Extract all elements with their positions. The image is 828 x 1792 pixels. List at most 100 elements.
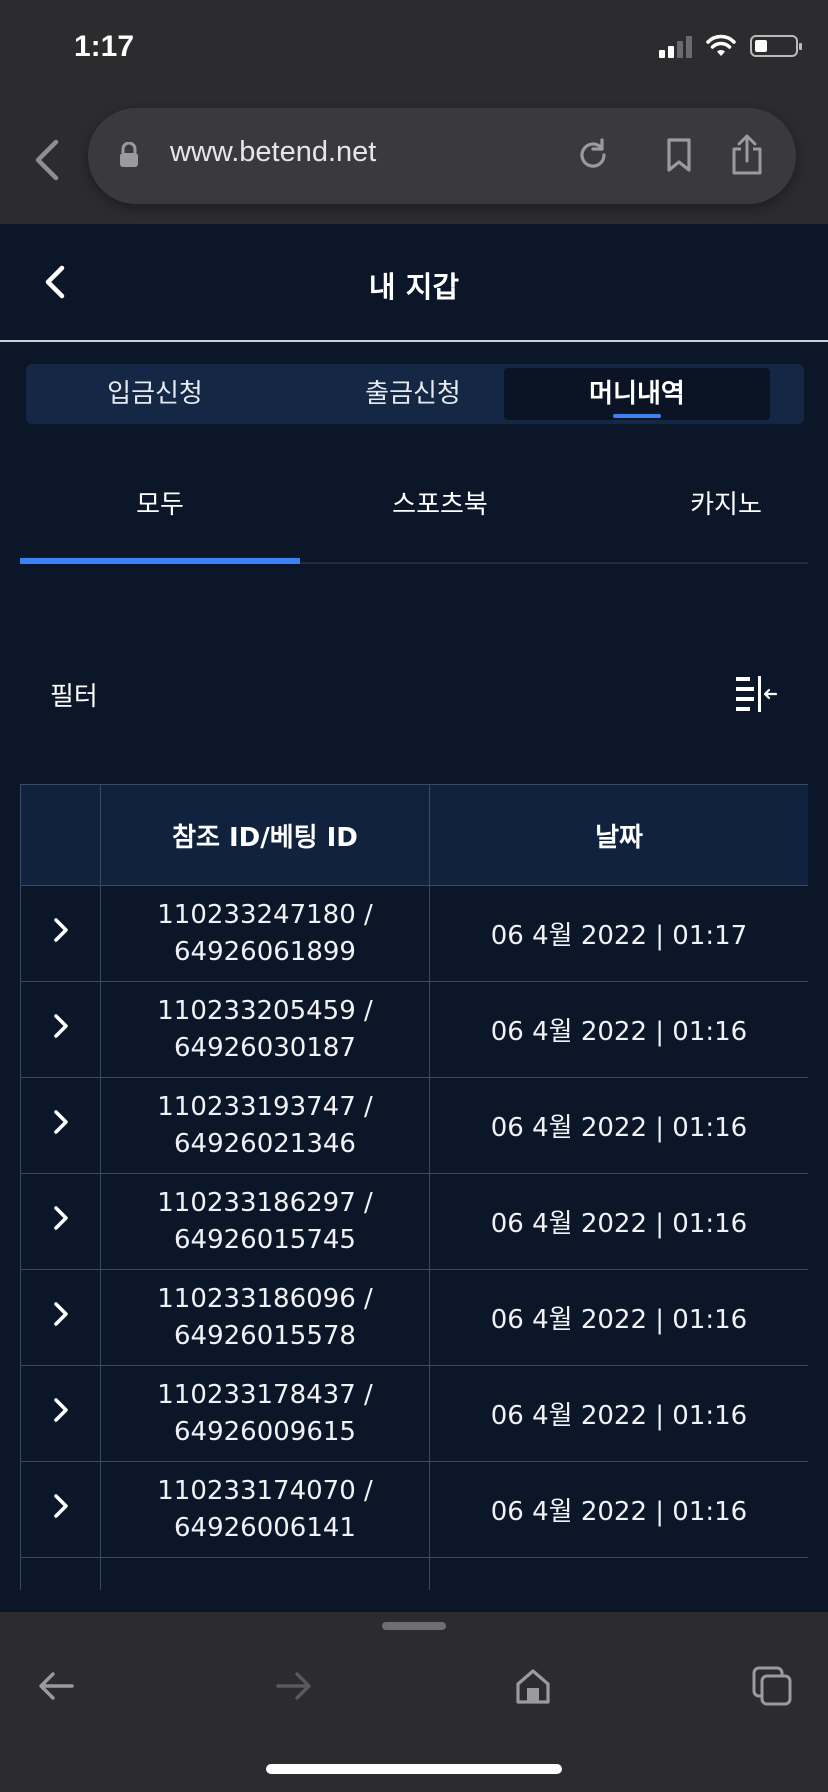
tabs-icon xyxy=(752,1666,792,1706)
tab-active-indicator xyxy=(20,558,300,564)
wallet-segment-control: 입금신청 출금신청 머니내역 xyxy=(26,364,804,424)
ref-bet-id-cell: 110233247180 / 64926061899 xyxy=(100,885,430,982)
nav-forward-button[interactable] xyxy=(264,1656,324,1716)
tabs-button[interactable] xyxy=(742,1656,802,1716)
bet-id: 64926015578 xyxy=(174,1320,356,1351)
tab-casino[interactable]: 카지노 xyxy=(656,484,796,521)
chevron-right-icon xyxy=(53,1398,68,1422)
bookmark-icon xyxy=(667,138,691,172)
header-date: 날짜 xyxy=(429,784,808,886)
expand-cell[interactable] xyxy=(20,1077,101,1174)
date-cell: 06 4월 2022 | 01:16 xyxy=(429,1269,808,1366)
chevron-right-icon xyxy=(53,1494,68,1518)
tab-label: 카지노 xyxy=(690,490,762,520)
table-row[interactable]: 110233174070 / 64926006141 06 4월 2022 | … xyxy=(20,1461,808,1558)
tab-sportsbook[interactable]: 스포츠북 xyxy=(300,484,580,521)
tab-label: 스포츠북 xyxy=(392,490,488,520)
share-icon xyxy=(732,134,762,175)
battery-icon xyxy=(750,35,802,57)
header-ref-bet-id: 참조 ID/베팅 ID xyxy=(100,784,430,886)
ref-bet-id-cell: 110233193747 / 64926021346 xyxy=(100,1077,430,1174)
segment-label: 머니내역 xyxy=(589,379,685,409)
date-cell: 06 4월 2022 | 01:16 xyxy=(429,1461,808,1558)
home-indicator xyxy=(266,1764,562,1774)
lock-icon xyxy=(120,142,138,167)
bet-id: 64926061899 xyxy=(174,936,356,967)
expand-cell[interactable] xyxy=(20,1365,101,1462)
browser-toolbar xyxy=(0,1612,828,1792)
segment-active-underline xyxy=(613,414,661,418)
home-icon xyxy=(516,1669,550,1704)
tab-label: 모두 xyxy=(136,490,184,520)
date-cell: 06 4월 2022 | 01:17 xyxy=(429,885,808,982)
cellular-signal-icon xyxy=(659,34,692,58)
browser-back-icon[interactable] xyxy=(28,136,68,184)
ref-id: 110233174070 / xyxy=(157,1475,373,1506)
bet-id: 64926009615 xyxy=(174,1416,356,1447)
status-time: 1:17 xyxy=(74,30,135,63)
table-row[interactable]: 110233186297 / 64926015745 06 4월 2022 | … xyxy=(20,1173,808,1270)
ref-id: 110233178437 / xyxy=(157,1379,373,1410)
table-header-row: 참조 ID/베팅 ID 날짜 xyxy=(20,784,808,886)
arrow-right-icon xyxy=(276,1672,311,1700)
nav-back-button[interactable] xyxy=(26,1656,86,1716)
segment-label: 출금신청 xyxy=(365,379,461,409)
chevron-right-icon xyxy=(51,1588,71,1590)
filter-label[interactable]: 필터 xyxy=(50,676,98,713)
status-bar: 1:17 xyxy=(0,0,828,100)
table-row[interactable]: 110233193747 / 64926021346 06 4월 2022 | … xyxy=(20,1077,808,1174)
expand-cell[interactable] xyxy=(20,885,101,982)
chevron-right-icon xyxy=(53,1014,68,1038)
ref-id: 110233186096 / xyxy=(157,1283,373,1314)
browser-bar: www.betend.net xyxy=(0,100,828,224)
header-expand xyxy=(20,784,101,886)
ref-id: 110233107737 / xyxy=(102,1587,428,1590)
expand-cell[interactable] xyxy=(20,1461,101,1558)
date-cell: 06 4월 2022 | 01:16 xyxy=(429,1173,808,1270)
expand-cell[interactable] xyxy=(20,1173,101,1270)
page-title: 내 지갑 xyxy=(368,270,460,304)
money-history-table: 참조 ID/베팅 ID 날짜 110233247180 / 6492606189… xyxy=(20,784,808,1590)
date-cell: 06 4월 2022 | 01:16 xyxy=(429,1077,808,1174)
ref-bet-id-cell: 110233205459 / 64926030187 xyxy=(100,981,430,1078)
bet-id: 64926021346 xyxy=(174,1128,356,1159)
ref-bet-id-cell: 110233186096 / 64926015578 xyxy=(100,1269,430,1366)
sheet-grabber[interactable] xyxy=(382,1622,446,1630)
share-button[interactable] xyxy=(722,130,772,180)
expand-cell[interactable] xyxy=(20,1269,101,1366)
table-row[interactable]: 110233205459 / 64926030187 06 4월 2022 | … xyxy=(20,981,808,1078)
wifi-icon xyxy=(706,34,736,56)
expand-cell[interactable] xyxy=(20,1557,101,1590)
tab-all[interactable]: 모두 xyxy=(20,484,300,521)
chevron-right-icon xyxy=(53,1206,68,1230)
ref-bet-id-cell: 110233186297 / 64926015745 xyxy=(100,1173,430,1270)
url-field[interactable]: www.betend.net xyxy=(88,108,796,204)
expand-cell[interactable] xyxy=(20,981,101,1078)
history-subtabs: 모두 스포츠북 카지노 xyxy=(20,450,808,564)
ref-bet-id-cell: 110233107737 / xyxy=(100,1557,430,1590)
status-icons xyxy=(659,34,802,58)
table-header: 참조 ID/베팅 ID 날짜 xyxy=(20,784,808,886)
table-row[interactable]: 110233186096 / 64926015578 06 4월 2022 | … xyxy=(20,1269,808,1366)
ref-bet-id-cell: 110233178437 / 64926009615 xyxy=(100,1365,430,1462)
history-table: 참조 ID/베팅 ID 날짜 110233247180 / 6492606189… xyxy=(20,784,808,1590)
segment-deposit[interactable]: 입금신청 xyxy=(26,364,284,424)
app-header: 내 지갑 xyxy=(0,224,828,342)
table-row[interactable]: 110233178437 / 64926009615 06 4월 2022 | … xyxy=(20,1365,808,1462)
table-body: 110233247180 / 64926061899 06 4월 2022 | … xyxy=(20,885,808,1590)
ref-id: 110233247180 / xyxy=(157,899,373,930)
date-cell: 06 4월 2022 | 01:16 xyxy=(429,1365,808,1462)
reload-icon xyxy=(580,138,606,168)
segment-money-history[interactable]: 머니내역 xyxy=(504,368,770,420)
table-row[interactable]: 110233107737 / 06 4월 2022 | 01:15 xyxy=(20,1557,808,1590)
bet-id: 64926006141 xyxy=(174,1512,356,1543)
arrow-left-icon xyxy=(39,1672,74,1700)
ref-id: 110233186297 / xyxy=(157,1187,373,1218)
table-row[interactable]: 110233247180 / 64926061899 06 4월 2022 | … xyxy=(20,885,808,982)
url-text: www.betend.net xyxy=(170,136,377,168)
segment-label: 입금신청 xyxy=(107,379,203,409)
home-button[interactable] xyxy=(503,1656,563,1716)
reload-button[interactable] xyxy=(568,130,618,180)
bookmark-button[interactable] xyxy=(654,130,704,180)
filter-collapse-icon[interactable] xyxy=(734,674,778,714)
